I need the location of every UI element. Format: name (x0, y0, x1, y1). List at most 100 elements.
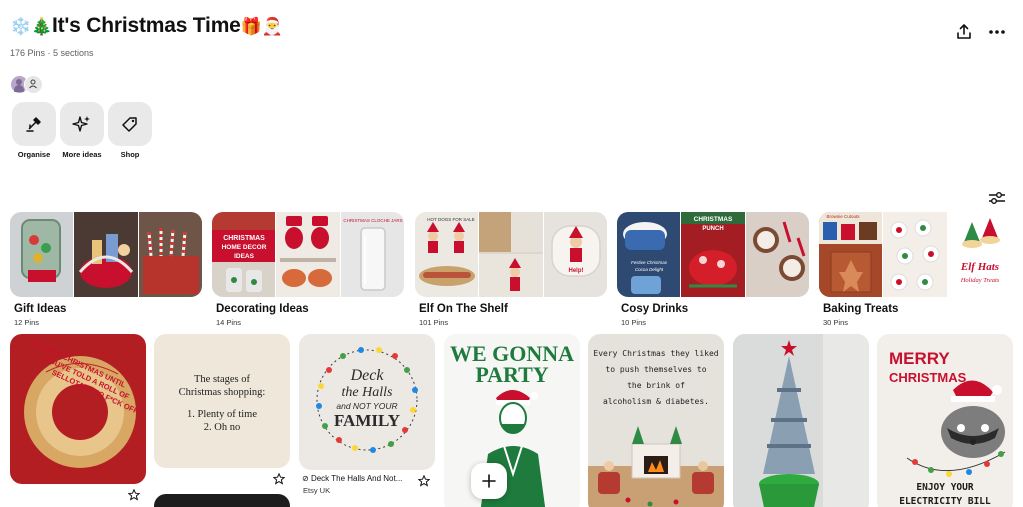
collage-image: Festive Christmas Cocoa Delight (617, 212, 681, 297)
pin-save-star[interactable] (417, 474, 431, 488)
section-name: Elf On The Shelf (419, 303, 508, 315)
person-icon (29, 79, 37, 89)
section-pin-count: 14 Pins (216, 318, 242, 327)
collage-image: CHRISTMAS CLOCHE JARS (340, 212, 404, 297)
share-icon (957, 24, 971, 39)
collage-text: HOME DECOR (222, 244, 267, 251)
collage-text: Cocoa Delight (635, 267, 664, 272)
share-button[interactable] (952, 20, 976, 44)
shop-tool: Shop (108, 102, 152, 159)
collage-image (883, 212, 947, 297)
star-icon (128, 489, 140, 501)
shop-label: Shop (120, 150, 140, 159)
board-emoji-prefix: ❄️🎄 (10, 17, 52, 37)
pin-deck-the-halls[interactable]: Deck the Halls and NOT YOUR FAMILY (299, 334, 435, 470)
board-emoji-suffix: 🎁🎅 (240, 17, 283, 37)
page-title: ❄️🎄It's Christmas Time🎁🎅 (10, 14, 283, 38)
collage-text: CHRISTMAS (223, 235, 265, 242)
add-pin-button[interactable] (471, 463, 507, 499)
sliders-icon (989, 192, 1005, 204)
pin-text: the Halls (342, 385, 393, 400)
section-card-cosy-drinks[interactable]: Festive Christmas Cocoa Delight CHRISTMA… (617, 212, 809, 327)
sparkle-icon (72, 116, 90, 132)
more-options-button[interactable] (985, 20, 1009, 44)
pin-text: ENJOY YOUR (916, 482, 973, 493)
collage-image (479, 212, 543, 297)
pin-text: 2. Oh no (204, 422, 240, 433)
collage-text: CHRISTMAS CLOCHE JARS (343, 218, 402, 223)
collage-image (138, 212, 202, 297)
pin-text: PARTY (475, 362, 548, 387)
pin-text: The stages of (194, 374, 250, 385)
pin-text: Deck (350, 367, 385, 384)
pin-save-star[interactable] (272, 472, 286, 486)
collage-text: Brownie Cutouts (826, 214, 860, 219)
pin-sellotape[interactable]: IT'S NOT CHRISTMAS UNTIL YOU'VE TOLD A R… (10, 334, 146, 484)
organise-tool: Organise (12, 102, 56, 159)
ellipsis-icon (989, 30, 1005, 34)
section-name: Baking Treats (823, 303, 899, 315)
section-card-decorating-ideas[interactable]: CHRISTMAS HOME DECOR IDEAS CHRISTMAS CLO… (212, 212, 404, 327)
collage-image: CHRISTMAS HOME DECOR IDEAS (212, 212, 276, 297)
collage-text: Help! (568, 268, 583, 274)
section-collage: CHRISTMAS HOME DECOR IDEAS CHRISTMAS CLO… (212, 212, 404, 297)
collage-image (74, 212, 138, 297)
section-card-gift-ideas[interactable]: Gift Ideas 12 Pins (10, 212, 202, 327)
pin-text: the brink of (627, 381, 685, 390)
board-meta: 176 Pins · 5 sections (10, 48, 94, 58)
pin-text: Christmas shopping: (179, 387, 266, 398)
collage-image: Help! (543, 212, 607, 297)
section-pin-count: 101 Pins (419, 318, 449, 327)
pin-image: Every Christmas they liked to push thems… (588, 349, 724, 507)
board-title-text: It's Christmas Time (51, 14, 241, 37)
shop-button[interactable] (108, 102, 152, 146)
pin-save-star[interactable] (127, 488, 141, 502)
organise-icon (26, 117, 41, 132)
section-collage: HOT DOGS FOR SALE Help! (415, 212, 607, 297)
pin-stages-of-shopping[interactable]: The stages of Christmas shopping: 1. Ple… (154, 334, 290, 468)
collage-text: IDEAS (234, 253, 255, 260)
filter-button[interactable] (986, 188, 1008, 208)
pin-laundry-tree[interactable] (733, 334, 869, 507)
pin-text: and NOT YOUR (336, 401, 397, 411)
pin-title[interactable]: ⊘ Deck The Halls And Not... (302, 474, 414, 483)
collage-text: HOT DOGS FOR SALE (427, 217, 474, 222)
collage-image: CHRISTMAS PUNCH (681, 212, 745, 297)
collage-image (10, 212, 74, 297)
organise-button[interactable] (12, 102, 56, 146)
pin-title-text: Deck The Halls And Not... (310, 474, 403, 483)
pin-image: Deck the Halls and NOT YOUR FAMILY (316, 347, 418, 453)
pin-image: IT'S NOT CHRISTMAS UNTIL YOU'VE TOLD A R… (24, 338, 140, 468)
pin-next-preview[interactable] (154, 494, 290, 507)
pin-text: FAMILY (334, 411, 400, 430)
pin-image: WE GONNA PARTY (450, 341, 574, 507)
pin-merry-christmas-raccoon[interactable]: MERRY CHRISTMAS ENJOY YOUR ELECTRICITY B… (877, 334, 1013, 507)
collage-text: Festive Christmas (631, 260, 668, 265)
section-card-baking-treats[interactable]: Brownie Cutouts Elf Hats Holiday Treats … (819, 212, 1011, 327)
more-ideas-button[interactable] (60, 102, 104, 146)
collaborators[interactable] (10, 75, 46, 95)
section-collage: Festive Christmas Cocoa Delight CHRISTMA… (617, 212, 809, 297)
pin-image (733, 334, 869, 507)
star-icon (418, 475, 430, 487)
pin-text: 1. Plenty of time (187, 409, 257, 420)
pin-image: MERRY CHRISTMAS ENJOY YOUR ELECTRICITY B… (889, 349, 1006, 507)
pin-text: MERRY (889, 349, 950, 368)
collage-text: PUNCH (703, 226, 724, 232)
section-collage: Brownie Cutouts Elf Hats Holiday Treats (819, 212, 1011, 297)
pin-text: ELECTRICITY BILL (899, 496, 991, 507)
pin-we-gonna-party[interactable]: WE GONNA PARTY (444, 334, 580, 507)
pin-every-christmas[interactable]: Every Christmas they liked to push thems… (588, 334, 724, 507)
collage-image: Brownie Cutouts (819, 212, 883, 297)
pin-text: to push themselves to (605, 365, 706, 374)
collage-text: Holiday Treats (959, 277, 999, 284)
pin-text: CHRISTMAS (889, 370, 967, 385)
tag-icon (122, 117, 137, 132)
star-icon (273, 473, 285, 485)
section-collage (10, 212, 202, 297)
collage-image: HOT DOGS FOR SALE (415, 212, 479, 297)
collage-text: Elf Hats (960, 261, 999, 273)
section-card-elf-on-the-shelf[interactable]: HOT DOGS FOR SALE Help! Elf On The Shelf… (415, 212, 607, 327)
more-ideas-tool: More ideas (60, 102, 104, 159)
pin-source[interactable]: Etsy UK (303, 486, 330, 495)
